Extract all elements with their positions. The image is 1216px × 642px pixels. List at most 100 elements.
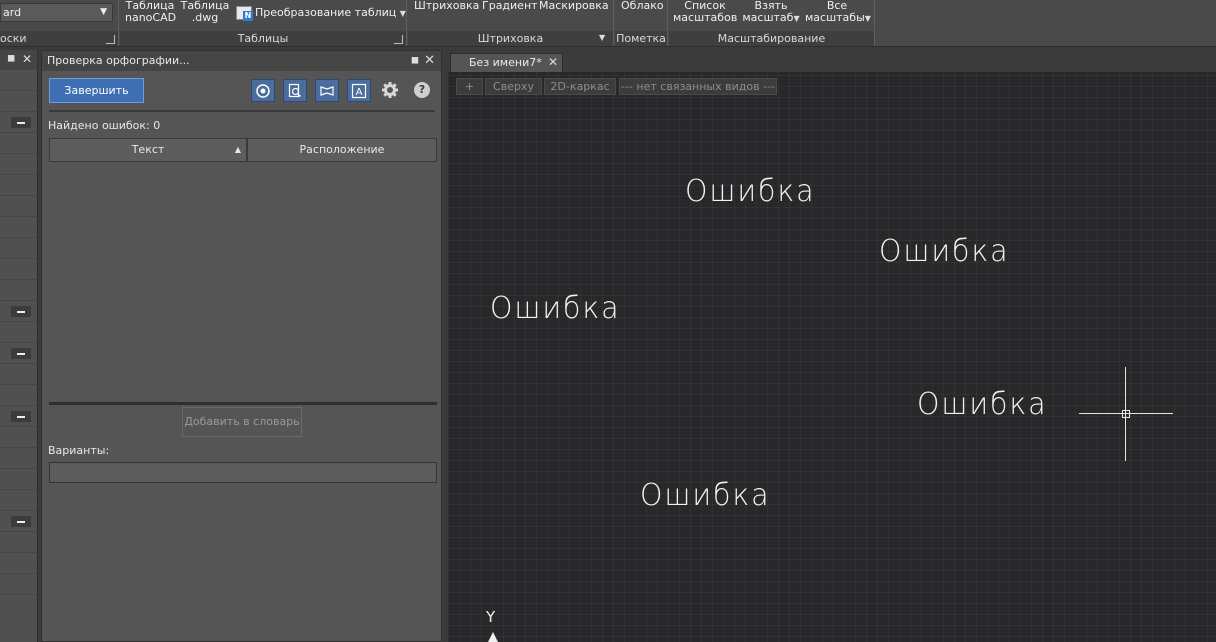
- drawing-text[interactable]: Ошибка: [879, 234, 1010, 269]
- all-scales-button[interactable]: Все масштабы▼: [805, 0, 871, 25]
- tab-drawing[interactable]: Без имени7* ✕: [450, 53, 563, 72]
- list-item[interactable]: [0, 133, 37, 154]
- ribbon-group-styles: ard ▼ оски: [0, 0, 119, 46]
- ucs-icon: [488, 632, 498, 642]
- finish-button[interactable]: Завершить: [49, 78, 144, 103]
- chevron-down-icon[interactable]: ▼: [599, 33, 609, 43]
- spell-check-panel: Проверка орфографии... ◼ ✕ Завершить A ?…: [41, 50, 442, 642]
- ribbon-group-markup: Облако Пометка: [615, 0, 668, 46]
- drawing-text[interactable]: Ошибка: [490, 291, 621, 326]
- dialog-launcher-icon[interactable]: [394, 35, 403, 44]
- viewport-linked-views-button[interactable]: --- нет связанных видов ---: [619, 78, 777, 95]
- list-item[interactable]: [0, 427, 37, 448]
- close-icon[interactable]: ✕: [548, 54, 558, 71]
- chevron-down-icon: ▼: [864, 14, 871, 23]
- drawing-text[interactable]: Ошибка: [917, 387, 1048, 422]
- viewport-plus-button[interactable]: +: [456, 78, 483, 95]
- chevron-down-icon: ▼: [100, 7, 107, 17]
- all-scales-label-2: масштабы: [805, 11, 865, 24]
- table-nanocad-label-2: nanoCAD: [125, 11, 177, 24]
- errors-table-header: Текст ▲ Расположение: [49, 138, 437, 162]
- viewport-visual-style-button[interactable]: 2D-каркас: [544, 78, 616, 95]
- ribbon-group-title: Таблицы: [120, 31, 406, 46]
- ribbon-group-title: Масштабирование: [669, 31, 874, 46]
- list-item[interactable]: [0, 91, 37, 112]
- style-combo[interactable]: ard ▼: [0, 3, 113, 22]
- collapse-icon[interactable]: [11, 411, 31, 422]
- collapse-icon[interactable]: [11, 348, 31, 359]
- list-item[interactable]: [0, 448, 37, 469]
- ucs-y-axis-label: Y: [486, 608, 496, 626]
- text-style-icon[interactable]: A: [347, 79, 371, 102]
- select-area-icon[interactable]: [315, 79, 339, 102]
- list-item[interactable]: [0, 70, 37, 91]
- list-item[interactable]: [0, 490, 37, 511]
- column-header-text-label: Текст: [131, 143, 165, 156]
- table-dwg-button[interactable]: Таблица .dwg: [180, 0, 230, 24]
- convert-tables-label: Преобразование таблиц: [255, 6, 397, 19]
- svg-text:A: A: [356, 87, 363, 98]
- drawing-text[interactable]: Ошибка: [640, 478, 771, 513]
- ribbon-group-scaling: Список масштабов Взять масштаб▼ Все масш…: [669, 0, 875, 46]
- table-convert-icon: N: [236, 6, 253, 21]
- list-item[interactable]: [0, 406, 37, 427]
- list-item[interactable]: [0, 553, 37, 574]
- spell-panel-header: Проверка орфографии... ◼ ✕: [42, 51, 441, 71]
- list-item[interactable]: [0, 280, 37, 301]
- document-search-icon[interactable]: [283, 79, 307, 102]
- help-icon[interactable]: ?: [414, 82, 430, 98]
- add-to-dictionary-button[interactable]: Добавить в словарь: [182, 407, 302, 437]
- cloud-button[interactable]: Облако: [621, 0, 664, 12]
- convert-tables-button[interactable]: N Преобразование таблиц ▼: [236, 6, 406, 21]
- variants-field[interactable]: [49, 462, 437, 483]
- dialog-launcher-icon[interactable]: [106, 35, 115, 44]
- viewport-view-button[interactable]: Сверху: [485, 78, 542, 95]
- masking-button[interactable]: Маскировка: [539, 0, 609, 12]
- list-item[interactable]: [0, 469, 37, 490]
- list-item[interactable]: [0, 196, 37, 217]
- drawing-text[interactable]: Ошибка: [685, 174, 816, 209]
- gear-icon[interactable]: [380, 80, 400, 100]
- list-item[interactable]: [0, 511, 37, 532]
- drawing-canvas[interactable]: + Сверху 2D-каркас --- нет связанных вид…: [448, 72, 1216, 642]
- pickbox: [1122, 410, 1130, 418]
- take-scale-button[interactable]: Взять масштаб▼: [741, 0, 801, 25]
- divider: [49, 110, 435, 112]
- splitter[interactable]: [49, 402, 437, 405]
- list-item[interactable]: [0, 574, 37, 595]
- list-item[interactable]: [0, 301, 37, 322]
- list-item[interactable]: [0, 238, 37, 259]
- collapse-icon[interactable]: [11, 516, 31, 527]
- column-header-location[interactable]: Расположение: [247, 138, 437, 162]
- record-icon[interactable]: [251, 79, 275, 102]
- close-icon[interactable]: ✕: [424, 51, 435, 71]
- variants-label: Варианты:: [48, 444, 110, 457]
- close-icon[interactable]: ✕: [22, 52, 32, 66]
- list-item[interactable]: [0, 175, 37, 196]
- scale-list-button[interactable]: Список масштабов: [673, 0, 737, 24]
- column-header-text[interactable]: Текст ▲: [49, 138, 247, 162]
- scale-list-label-2: масштабов: [673, 11, 738, 24]
- list-item[interactable]: [0, 364, 37, 385]
- ribbon-group-title: Штриховка: [408, 31, 613, 46]
- list-item[interactable]: [0, 385, 37, 406]
- list-item[interactable]: [0, 343, 37, 364]
- left-panel-header: ◼ ✕: [0, 50, 37, 70]
- chevron-down-icon: ▼: [399, 9, 406, 18]
- list-item[interactable]: [0, 259, 37, 280]
- list-item[interactable]: [0, 322, 37, 343]
- pin-icon[interactable]: ◼: [411, 51, 419, 71]
- pin-icon[interactable]: ◼: [7, 53, 15, 64]
- table-nanocad-button[interactable]: Таблица nanoCAD: [125, 0, 177, 24]
- list-item[interactable]: [0, 154, 37, 175]
- hatch-button[interactable]: Штриховка: [414, 0, 479, 12]
- left-side-panel: ◼ ✕: [0, 50, 38, 642]
- errors-list[interactable]: [49, 162, 437, 402]
- list-item[interactable]: [0, 217, 37, 238]
- collapse-icon[interactable]: [11, 306, 31, 317]
- collapse-icon[interactable]: [11, 117, 31, 128]
- list-item[interactable]: [0, 532, 37, 553]
- gradient-button[interactable]: Градиент: [482, 0, 538, 12]
- list-item[interactable]: [0, 112, 37, 133]
- chevron-down-icon: ▼: [793, 14, 800, 23]
